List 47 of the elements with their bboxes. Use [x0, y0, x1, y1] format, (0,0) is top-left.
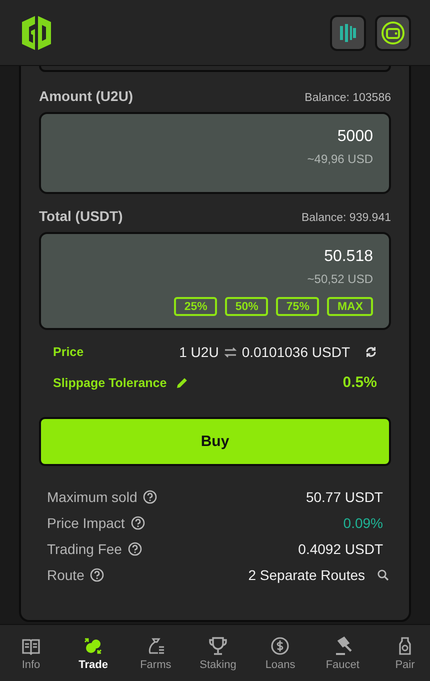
token-button[interactable]: [330, 14, 366, 50]
nav-tab[interactable]: Info: [6, 625, 56, 681]
detail-label: Route: [47, 567, 84, 583]
nav-tab[interactable]: Pair: [380, 625, 430, 681]
percent-button[interactable]: 25%: [174, 297, 218, 316]
percent-button[interactable]: 75%: [276, 297, 320, 316]
field-label: Total (USDT): [39, 208, 123, 224]
buy-button[interactable]: Buy: [39, 417, 391, 466]
slippage-value: 0.5%: [342, 374, 377, 391]
swap-arrows-icon[interactable]: [224, 346, 237, 358]
wallet-button[interactable]: [375, 14, 411, 50]
slippage-label: Slippage Tolerance: [53, 376, 167, 390]
price-base: 1 U2U: [179, 344, 219, 360]
help-icon[interactable]: [128, 542, 142, 556]
nav-tab[interactable]: Loans: [255, 625, 306, 681]
percent-button[interactable]: 50%: [225, 297, 268, 316]
refresh-icon[interactable]: [365, 346, 377, 358]
detail-value: 50.77 USDT: [306, 489, 383, 505]
nav-tab[interactable]: Faucet: [318, 625, 368, 681]
help-icon[interactable]: [130, 516, 145, 530]
nav-tab[interactable]: Farms: [130, 625, 181, 681]
wallet-icon: [381, 20, 405, 44]
help-icon[interactable]: [143, 490, 158, 504]
coins-icon: [83, 636, 104, 656]
field-label: Amount (U2U): [39, 88, 134, 104]
pencil-icon[interactable]: [176, 376, 188, 388]
price-label: Price: [53, 345, 84, 359]
detail-label: Price Impact: [47, 515, 125, 531]
percent-button[interactable]: MAX: [327, 297, 373, 316]
detail-label: Maximum sold: [47, 489, 138, 505]
detail-value[interactable]: 2 Separate Routes: [248, 567, 365, 583]
search-icon[interactable]: [377, 569, 389, 581]
amount-input-field[interactable]: 50.518 ~50,52 USD 25% 50% 75% MAX: [39, 232, 391, 330]
logo-icon[interactable]: [20, 14, 53, 52]
bars-logo-icon: [339, 22, 357, 42]
amount-input-field[interactable]: 5000 ~49,96 USD: [39, 112, 391, 194]
balance-text: Balance: 939.941: [301, 212, 391, 224]
balance-text: Balance: 103586: [304, 92, 391, 104]
detail-value: 0.4092 USDT: [298, 541, 383, 557]
dollar-coin-icon: [270, 636, 290, 656]
detail-label: Trading Fee: [47, 541, 122, 557]
detail-value: 0.09%: [343, 515, 383, 531]
help-icon[interactable]: [90, 568, 104, 582]
trophy-icon: [208, 636, 228, 656]
nav-tab[interactable]: Staking: [192, 625, 243, 681]
price-quote: 0.0101036 USDT: [242, 344, 350, 360]
nav-tab[interactable]: Trade: [68, 625, 118, 681]
